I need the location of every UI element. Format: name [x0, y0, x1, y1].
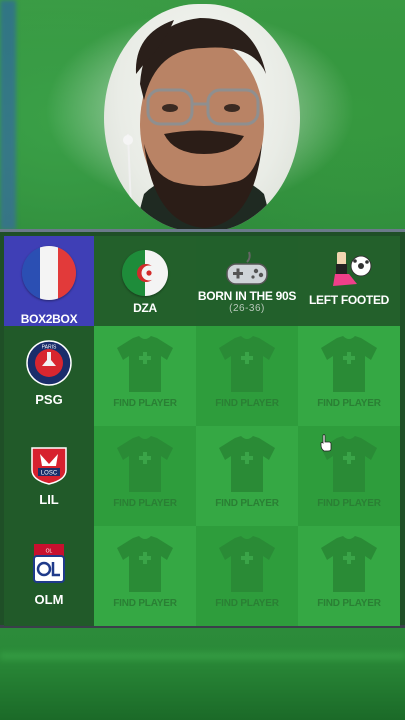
column-label: DZA: [133, 301, 157, 315]
background-blue-band: [0, 0, 16, 230]
column-header-foot: LEFT FOOTED: [298, 236, 400, 326]
column-headers: BOX2BOX DZA BORN IN THE 90S (26-36) LEFT…: [4, 236, 401, 326]
empty-jersey-icon: [117, 336, 173, 392]
game-mode-badge: BOX2BOX: [4, 236, 94, 326]
grid-cell-lil-90s[interactable]: FIND PLAYER: [196, 426, 298, 526]
find-player-label: FIND PLAYER: [317, 398, 381, 409]
row-header-psg: PARIS PSG: [4, 326, 94, 426]
psg-logo-icon: PARIS: [26, 340, 72, 386]
grid-cell-olm-dza[interactable]: FIND PLAYER: [94, 526, 196, 626]
empty-jersey-icon: [219, 536, 275, 592]
find-player-label: FIND PLAYER: [113, 598, 177, 609]
find-player-label: FIND PLAYER: [317, 598, 381, 609]
grid-cell-lil-left[interactable]: FIND PLAYER: [298, 426, 400, 526]
find-player-label: FIND PLAYER: [113, 398, 177, 409]
empty-jersey-icon: [219, 336, 275, 392]
grid-cell-lil-dza[interactable]: FIND PLAYER: [94, 426, 196, 526]
gamepad-icon: [226, 251, 268, 285]
row-header-lil: LOSC LIL: [4, 426, 94, 526]
hand-cursor-icon: [320, 434, 332, 452]
streamer-face: [123, 18, 274, 232]
svg-text:LOSC: LOSC: [41, 471, 58, 477]
game-mode-label: BOX2BOX: [20, 312, 78, 326]
france-flag-icon: [22, 246, 76, 300]
background-stripe: [0, 652, 405, 660]
row-label: LIL: [39, 492, 59, 507]
background-bottom: [0, 628, 405, 720]
losc-logo-icon: LOSC: [31, 447, 67, 485]
empty-jersey-icon: [219, 436, 275, 492]
find-player-label: FIND PLAYER: [215, 398, 279, 409]
grid-cell-olm-left[interactable]: FIND PLAYER: [298, 526, 400, 626]
find-player-label: FIND PLAYER: [113, 498, 177, 509]
webcam-overlay: [104, 4, 300, 232]
column-header-age: BORN IN THE 90S (26-36): [196, 236, 298, 326]
row-label: PSG: [35, 392, 63, 407]
game-board: BOX2BOX DZA BORN IN THE 90S (26-36) LEFT…: [0, 229, 405, 628]
svg-text:OL: OL: [46, 549, 53, 555]
grid-cell-psg-dza[interactable]: FIND PLAYER: [94, 326, 196, 426]
empty-jersey-icon: [117, 436, 173, 492]
empty-jersey-icon: [117, 536, 173, 592]
ol-logo-icon: OL: [33, 544, 65, 583]
row-label: OLM: [34, 592, 64, 607]
algeria-flag-icon: [122, 250, 168, 296]
find-player-label: FIND PLAYER: [215, 498, 279, 509]
find-player-label: FIND PLAYER: [317, 498, 381, 509]
grid-cell-psg-left[interactable]: FIND PLAYER: [298, 326, 400, 426]
column-sublabel: (26-36): [229, 303, 265, 314]
column-label: BORN IN THE 90S: [197, 289, 297, 303]
grid-cell-psg-90s[interactable]: FIND PLAYER: [196, 326, 298, 426]
find-player-label: FIND PLAYER: [215, 598, 279, 609]
empty-jersey-icon: [321, 336, 377, 392]
football-boot-icon: [333, 252, 372, 286]
svg-text:PARIS: PARIS: [42, 345, 57, 351]
column-label: LEFT FOOTED: [308, 293, 390, 307]
column-header-nation: DZA: [94, 236, 196, 326]
row-header-olm: OL OLM: [4, 526, 94, 626]
empty-jersey-icon: [321, 536, 377, 592]
grid-cell-olm-90s[interactable]: FIND PLAYER: [196, 526, 298, 626]
